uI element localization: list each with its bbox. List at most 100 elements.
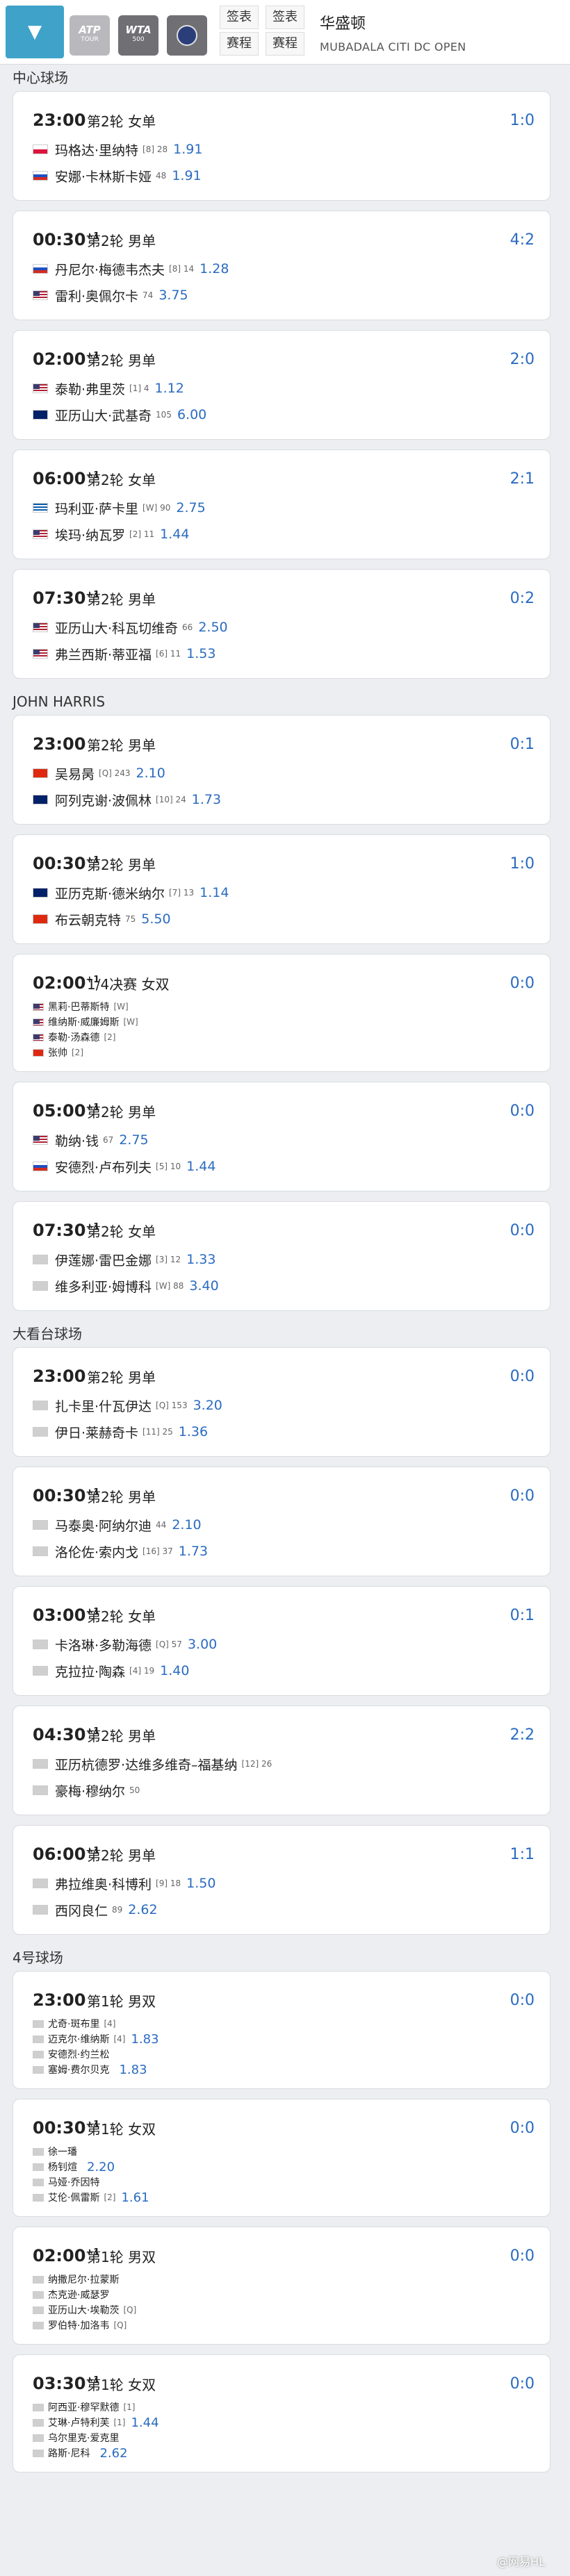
wta-logo-tab[interactable]: WTA 500: [118, 15, 158, 56]
country-flag-icon: [33, 795, 48, 804]
match-card[interactable]: 23:00 第2轮 女单 1:0 玛格达·里纳特 [8] 28 1.91 安娜·卡林斯卡娅 4…: [13, 91, 551, 201]
match-card[interactable]: 02:00+1 1/4决赛 女双 0:0 黑莉·巴蒂斯特 [W] 维纳斯·威廉姆斯 [W] 泰…: [13, 954, 551, 1072]
atp-logo-tab[interactable]: ATP TOUR: [70, 15, 110, 56]
player-odds[interactable]: 1.36: [179, 1424, 208, 1439]
match-card[interactable]: 02:00+1 第2轮 男单 2:0 泰勒·弗里茨 [1] 4 1.12 亚历山大·武基奇 1…: [13, 330, 551, 440]
player-odds[interactable]: 1.44: [131, 2416, 158, 2430]
match-time: 07:30+1: [33, 588, 99, 608]
country-flag-icon: [33, 2449, 44, 2457]
player-odds[interactable]: 1.91: [173, 142, 202, 157]
match-card[interactable]: 23:00 第2轮 男单 0:1 吴易昺 [Q] 243 2.10 阿列克谢·波佩林 [10]…: [13, 715, 551, 825]
match-card[interactable]: 00:30+1 第2轮 男单 0:0 马泰奥·阿纳尔迪 44 2.10 洛伦佐·索内戈 [16…: [13, 1467, 551, 1576]
player-odds[interactable]: 1.91: [172, 168, 201, 183]
match-time: 07:30+1: [33, 1221, 99, 1240]
match-time-value: 23:00: [33, 1990, 86, 2010]
match-round: 第2轮 男单: [87, 232, 156, 249]
match-card[interactable]: 07:30+1 第2轮 女单 0:0 伊莲娜·雷巴金娜 [3] 12 1.33 维多利亚·姆…: [13, 1201, 551, 1311]
country-flag-icon: [33, 2147, 44, 2156]
match-card[interactable]: 23:00 第2轮 男单 0:0 扎卡里·什瓦伊达 [Q] 153 3.20 伊日·莱赫奇卡…: [13, 1347, 551, 1457]
tab-schedule-2[interactable]: 赛程: [266, 32, 304, 56]
player-odds[interactable]: 2.50: [198, 620, 227, 635]
player-row: 勒纳·钱 67 2.75: [33, 1127, 535, 1153]
player-odds[interactable]: 2.75: [119, 1132, 148, 1148]
match-time-value: 00:30: [33, 230, 86, 249]
tab-schedule-1[interactable]: 赛程: [220, 32, 259, 56]
match-card[interactable]: 03:00+1 第2轮 女单 0:1 卡洛琳·多勒海德 [Q] 57 3.00 克拉拉·陶森…: [13, 1586, 551, 1696]
tab-draw-1[interactable]: 签表: [220, 6, 259, 29]
country-flag-icon: [33, 145, 48, 154]
player-odds[interactable]: 2.20: [87, 2160, 115, 2174]
player-odds[interactable]: 2.62: [128, 1902, 157, 1917]
match-header: 03:30+1 第1轮 女双 0:0: [33, 2368, 535, 2400]
country-flag-icon: [33, 1546, 48, 1556]
player-odds[interactable]: 1.73: [192, 792, 221, 807]
match-card[interactable]: 04:30+1 第2轮 男单 2:2 亚历杭德罗·达维多维奇–福基纳 [12] 26 豪梅…: [13, 1706, 551, 1815]
player-name: 勒纳·钱: [55, 1133, 99, 1149]
player-odds[interactable]: 2.62: [99, 2446, 127, 2461]
country-flag-icon: [33, 1033, 44, 1041]
country-flag-icon: [33, 1281, 48, 1291]
player-odds[interactable]: 1.83: [119, 2063, 147, 2077]
player-row: 埃玛·纳瓦罗 [2] 11 1.44: [33, 521, 535, 547]
match-score: 0:0: [510, 1991, 535, 2009]
match-time: 06:00+1: [33, 469, 99, 488]
match-card[interactable]: 23:00 第1轮 男双 0:0 尤奇·斑布里 [4] 迈克尔·维纳斯 [4] 1.83 安德烈…: [13, 1971, 551, 2089]
match-header: 00:30+1 第2轮 男单 1:0: [33, 848, 535, 880]
match-card[interactable]: 06:00+1 第2轮 女单 2:1 玛利亚·萨卡里 [W] 90 2.75 埃玛·纳瓦罗[…: [13, 449, 551, 559]
player-odds[interactable]: 2.75: [176, 500, 205, 515]
player-name: 阿列克谢·波佩林: [55, 793, 152, 809]
player-odds[interactable]: 2.10: [172, 1517, 201, 1533]
player-odds[interactable]: 1.14: [200, 885, 229, 900]
tournament-logo-tab[interactable]: [167, 15, 207, 56]
player-name: 玛格达·里纳特: [55, 142, 139, 158]
match-round: 第2轮 男单: [87, 1488, 156, 1505]
court-section-title: JOHN HARRIS: [13, 693, 106, 710]
player-seed-rank: [W]: [123, 1017, 138, 1027]
player-odds[interactable]: 2.10: [136, 766, 165, 781]
player-odds[interactable]: 1.73: [179, 1544, 208, 1559]
player-odds[interactable]: 3.20: [193, 1398, 222, 1413]
match-card[interactable]: 06:00+1 第2轮 男单 1:1 弗拉维奥·科博利 [9] 18 1.50 西冈良仁 89…: [13, 1825, 551, 1935]
match-time-value: 07:30: [33, 1221, 86, 1240]
player-odds[interactable]: 1.44: [160, 527, 189, 542]
player-odds[interactable]: 1.12: [155, 381, 184, 396]
country-flag-icon: [33, 2050, 44, 2058]
player-odds[interactable]: 3.00: [188, 1637, 217, 1652]
player-seed-rank: 75: [125, 914, 136, 924]
match-card[interactable]: 00:30+1 第2轮 男单 4:2 丹尼尔·梅德韦杰夫 [8] 14 1.28 雷利·奥佩…: [13, 210, 551, 320]
match-header: 03:00+1 第2轮 女单 0:1: [33, 1599, 535, 1631]
country-flag-icon: [33, 914, 48, 924]
player-odds[interactable]: 1.61: [121, 2190, 149, 2205]
match-time-value: 02:00: [33, 349, 86, 369]
match-card[interactable]: 05:00+1 第2轮 男单 0:0 勒纳·钱 67 2.75 安德烈·卢布列夫 [5] 10…: [13, 1082, 551, 1191]
player-odds[interactable]: 1.28: [200, 261, 229, 276]
match-card[interactable]: 03:30+1 第1轮 女双 0:0 阿西亚·穆罕默德 [1] 艾琳·卢特利芙 [1] 1.4…: [13, 2354, 551, 2472]
player-row: 吴易昺 [Q] 243 2.10: [33, 760, 535, 786]
match-time: 03:00+1: [33, 1605, 99, 1625]
menu-dropdown-button[interactable]: ▼: [6, 6, 64, 58]
player-odds[interactable]: 1.83: [131, 2032, 158, 2047]
player-odds[interactable]: 3.40: [189, 1278, 218, 1294]
player-odds[interactable]: 3.75: [158, 288, 188, 303]
match-card[interactable]: 00:30+1 第2轮 男单 1:0 亚历克斯·德米纳尔 [7] 13 1.14 布云朝克特…: [13, 834, 551, 944]
match-time: 05:00+1: [33, 1101, 99, 1121]
match-card[interactable]: 00:30+1 第1轮 女双 0:0 徐一璠 杨钊煊 2.20 马娅·乔因特 艾伦·佩雷斯 [2…: [13, 2099, 551, 2217]
match-card[interactable]: 07:30+1 第2轮 男单 0:2 亚历山大·科瓦切维奇 66 2.50 弗兰西斯·蒂亚福…: [13, 569, 551, 679]
player-name: 维多利亚·姆博科: [55, 1279, 152, 1295]
player-odds[interactable]: 1.33: [186, 1252, 215, 1267]
match-time-value: 00:30: [33, 2118, 86, 2138]
match-score: 1:0: [510, 854, 535, 873]
match-card[interactable]: 02:00+1 第1轮 男双 0:0 纳撒尼尔·拉蒙斯 杰克逊·威瑟罗 亚历山大·埃勒茨[…: [13, 2227, 551, 2345]
player-odds[interactable]: 1.44: [186, 1159, 215, 1174]
player-odds[interactable]: 1.40: [160, 1663, 189, 1678]
player-odds[interactable]: 5.50: [141, 911, 170, 927]
player-name: 吴易昺: [55, 766, 95, 782]
player-odds[interactable]: 1.53: [186, 646, 215, 661]
player-odds[interactable]: 6.00: [177, 407, 206, 422]
player-seed-rank: 66: [182, 622, 193, 632]
country-flag-icon: [33, 622, 48, 632]
country-flag-icon: [33, 1002, 44, 1011]
player-odds[interactable]: 1.50: [186, 1876, 215, 1891]
country-flag-icon: [33, 264, 48, 274]
tab-draw-2[interactable]: 签表: [266, 6, 304, 29]
